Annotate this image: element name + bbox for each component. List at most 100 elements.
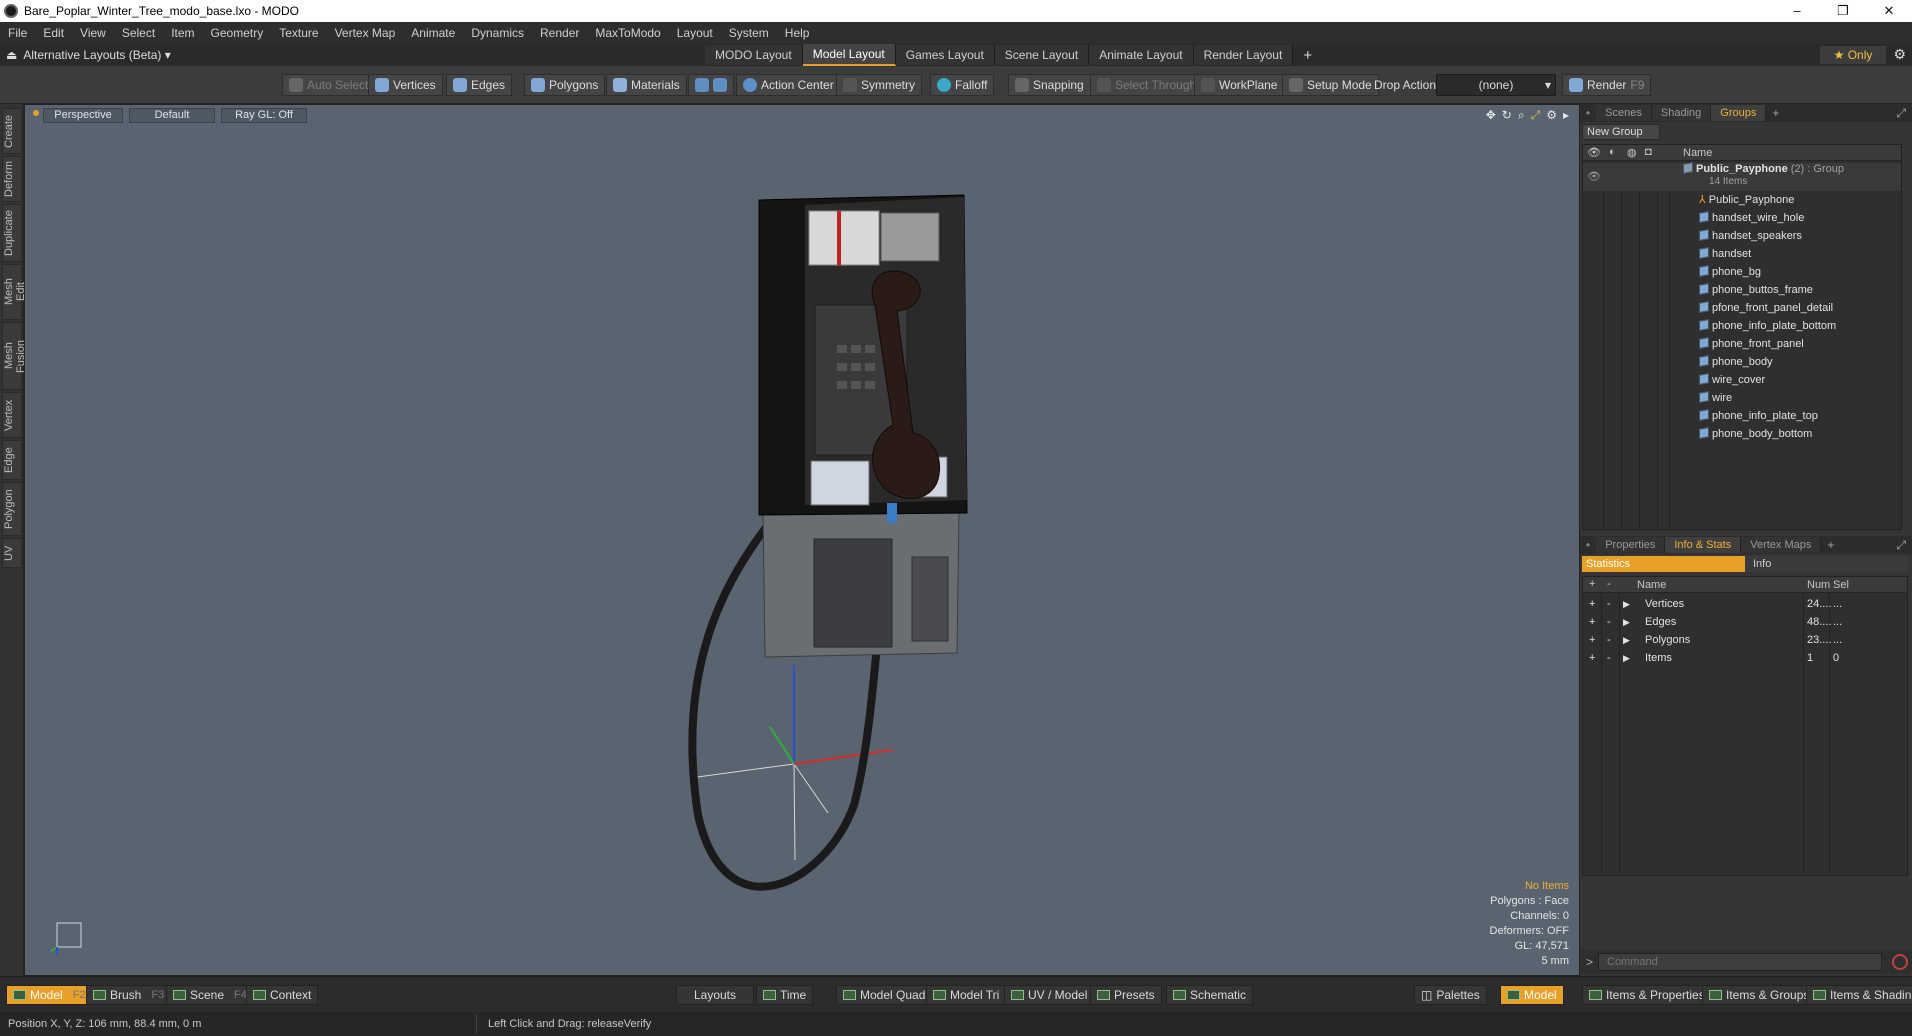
table-row[interactable]: + - ▶ Vertices 24.... ...	[1583, 595, 1907, 613]
tab-vertex[interactable]: Vertex	[2, 392, 22, 438]
tab-games-layout[interactable]: Games Layout	[895, 45, 995, 65]
workplane-button[interactable]: WorkPlane	[1194, 74, 1285, 96]
lock-icon[interactable]: ◍	[1627, 146, 1637, 159]
menu-edit[interactable]: Edit	[35, 26, 72, 40]
record-icon[interactable]	[1892, 954, 1908, 970]
new-group-button[interactable]: New Group	[1582, 124, 1660, 140]
presets-button[interactable]: Presets	[1090, 985, 1162, 1005]
uv-model-button[interactable]: UV / Model	[1004, 985, 1095, 1005]
tab-deform[interactable]: Deform	[2, 156, 22, 202]
expand-arrow-icon[interactable]: ▶	[1623, 613, 1630, 631]
menu-layout[interactable]: Layout	[669, 26, 721, 40]
brush-mode-button[interactable]: Brush F3	[86, 985, 172, 1005]
tab-info-stats[interactable]: Info & Stats	[1665, 537, 1742, 553]
row-add-icon[interactable]: +	[1589, 649, 1595, 667]
select-toggle-icon[interactable]: ◘	[1645, 146, 1652, 158]
menu-render[interactable]: Render	[532, 26, 587, 40]
expand-arrow-icon[interactable]: ▶	[1623, 595, 1630, 613]
menu-geometry[interactable]: Geometry	[203, 26, 272, 40]
list-item[interactable]: handset	[1583, 245, 1901, 263]
menu-file[interactable]: File	[0, 26, 35, 40]
schematic-button[interactable]: Schematic	[1166, 985, 1254, 1005]
tab-properties[interactable]: Properties	[1596, 537, 1666, 553]
tab-model-layout[interactable]: Model Layout	[802, 44, 896, 66]
tab-shading[interactable]: Shading	[1651, 105, 1712, 121]
layouts-button[interactable]: Layouts	[676, 985, 754, 1005]
only-button[interactable]: ★ Only	[1820, 46, 1886, 64]
row-add-icon[interactable]: +	[1589, 595, 1595, 613]
menu-item[interactable]: Item	[163, 26, 202, 40]
list-item[interactable]: phone_body	[1583, 353, 1901, 371]
table-row[interactable]: + - ▶ Edges 48.... ...	[1583, 613, 1907, 631]
render-button[interactable]: Render F9	[1562, 74, 1652, 96]
group-visibility-icon[interactable]: 👁	[1587, 168, 1601, 186]
maximize-button[interactable]: ❐	[1820, 3, 1866, 19]
row-remove-icon[interactable]: -	[1607, 649, 1611, 667]
menu-dynamics[interactable]: Dynamics	[463, 26, 532, 40]
3d-viewport[interactable]: Perspective Default Ray GL: Off ✥ ↻ ⌕ ⤢ …	[24, 104, 1580, 976]
edges-button[interactable]: Edges	[446, 74, 513, 96]
model-mode-button[interactable]: Model F2	[6, 985, 93, 1005]
snapping-button[interactable]: Snapping	[1008, 74, 1091, 96]
tab-scene-layout[interactable]: Scene Layout	[994, 45, 1090, 65]
table-row[interactable]: + - ▶ Items 1 0	[1583, 649, 1907, 667]
select-through-button[interactable]: Select Through	[1090, 74, 1204, 96]
list-item[interactable]: phone_front_panel	[1583, 335, 1901, 353]
tab-groups[interactable]: Groups	[1711, 105, 1767, 121]
context-button[interactable]: Context	[246, 985, 319, 1005]
alternative-layouts-dropdown[interactable]: Alternative Layouts (Beta) ▾	[23, 48, 170, 62]
command-input[interactable]	[1598, 953, 1882, 971]
list-item[interactable]: wire_cover	[1583, 371, 1901, 389]
scene-mode-button[interactable]: Scene F4	[166, 985, 254, 1005]
list-item[interactable]: phone_body_bottom	[1583, 425, 1901, 443]
palettes-button[interactable]: ◫ Palettes	[1414, 985, 1487, 1005]
expand-all-icon[interactable]: +	[1589, 578, 1595, 590]
action-center-button[interactable]: Action Center	[736, 74, 841, 96]
time-button[interactable]: Time	[756, 985, 814, 1005]
tab-mesh-fusion[interactable]: Mesh Fusion	[2, 322, 27, 390]
panel-dot-icon[interactable]: •	[1580, 106, 1596, 120]
tab-edge[interactable]: Edge	[2, 440, 22, 480]
list-item[interactable]: phone_info_plate_top	[1583, 407, 1901, 425]
model-tri-button[interactable]: Model Tri	[926, 985, 1007, 1005]
subtab-info[interactable]: Info	[1744, 556, 1908, 572]
tab-create[interactable]: Create	[2, 108, 22, 154]
expand-panel-icon[interactable]: ⤢	[1896, 106, 1912, 121]
gear-icon[interactable]: ⚙	[1893, 46, 1906, 63]
add-tab-icon[interactable]: +	[1821, 538, 1840, 552]
falloff-button[interactable]: Falloff	[930, 74, 995, 96]
expand-arrow-icon[interactable]: ▶	[1623, 631, 1630, 649]
visibility-eye-icon[interactable]: 👁	[1587, 146, 1601, 159]
row-add-icon[interactable]: +	[1589, 631, 1595, 649]
tab-render-layout[interactable]: Render Layout	[1193, 45, 1294, 65]
symmetry-button[interactable]: Symmetry	[836, 74, 922, 96]
minimize-button[interactable]: –	[1774, 3, 1820, 19]
collapse-all-icon[interactable]: -	[1607, 578, 1611, 590]
close-button[interactable]: ✕	[1866, 3, 1912, 19]
list-item[interactable]: pfone_front_panel_detail	[1583, 299, 1901, 317]
setup-mode-button[interactable]: Setup Mode	[1282, 74, 1379, 96]
menu-help[interactable]: Help	[777, 26, 818, 40]
row-remove-icon[interactable]: -	[1607, 613, 1611, 631]
list-item[interactable]: ⅄ Public_Payphone	[1583, 191, 1901, 209]
auto-select-button[interactable]: Auto Select	[282, 74, 376, 96]
items-shading-button[interactable]: Items & Shading	[1806, 985, 1912, 1005]
menu-view[interactable]: View	[72, 26, 114, 40]
menu-maxtomodo[interactable]: MaxToModo	[587, 26, 668, 40]
model-layout-button[interactable]: Model	[1500, 985, 1564, 1005]
tab-animate-layout[interactable]: Animate Layout	[1089, 45, 1194, 65]
vertices-button[interactable]: Vertices	[368, 74, 443, 96]
model-quad-button[interactable]: Model Quad	[836, 985, 933, 1005]
expand-panel-icon[interactable]: ⤢	[1896, 538, 1912, 553]
add-layout-icon[interactable]: +	[1293, 47, 1322, 64]
materials-button[interactable]: Materials	[606, 74, 687, 96]
tab-polygon[interactable]: Polygon	[2, 482, 22, 536]
drop-action-select[interactable]: (none) ▾	[1436, 74, 1556, 96]
render-toggle-icon[interactable]: ◐	[1609, 146, 1616, 158]
selection-sets-button[interactable]	[688, 74, 734, 96]
list-item[interactable]: phone_bg	[1583, 263, 1901, 281]
menu-select[interactable]: Select	[114, 26, 163, 40]
list-item[interactable]: phone_info_plate_bottom	[1583, 317, 1901, 335]
subtab-statistics[interactable]: Statistics	[1582, 556, 1745, 572]
polygons-button[interactable]: Polygons	[524, 74, 606, 96]
